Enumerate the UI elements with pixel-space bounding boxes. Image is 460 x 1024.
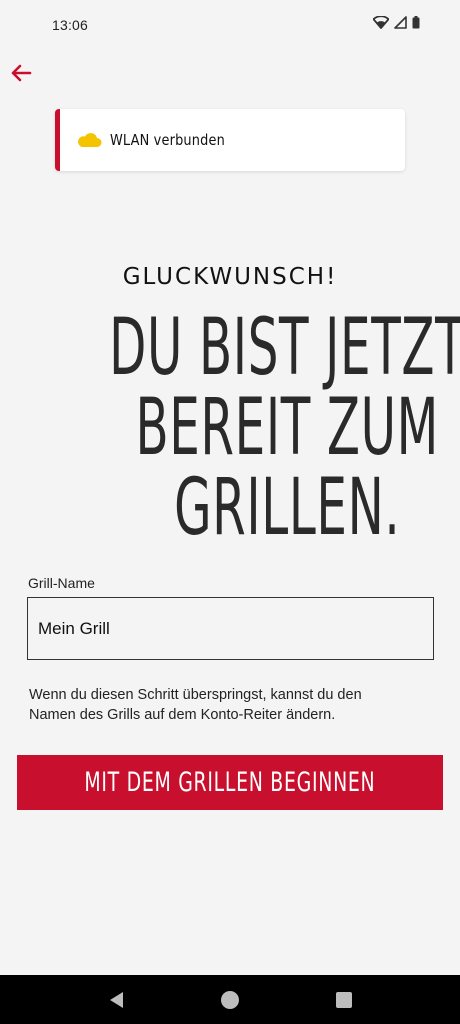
skip-hint-text: Wenn du diesen Schritt überspringst, kan… (29, 687, 362, 723)
status-bar: 13:06 (0, 0, 460, 50)
start-grilling-label: MIT DEM GRILLEN BEGINNEN (84, 767, 376, 798)
battery-icon (412, 16, 420, 29)
nav-home-icon[interactable] (219, 989, 241, 1011)
status-time: 13:06 (52, 17, 89, 33)
nav-recents-icon[interactable] (333, 989, 355, 1011)
connection-status-label: WLAN verbunden (110, 131, 225, 149)
cellular-signal-icon (394, 16, 407, 29)
wifi-icon (373, 16, 389, 29)
congrats-title: GLUCKWUNSCH! (122, 264, 338, 290)
headline-line-2: BEREIT ZUM (135, 383, 439, 473)
grill-name-input[interactable] (27, 597, 434, 660)
back-button[interactable] (8, 60, 34, 86)
connection-status-card: WLAN verbunden (55, 109, 405, 171)
status-icons (373, 16, 420, 29)
nav-back-icon[interactable] (107, 989, 129, 1011)
grill-name-label: Grill-Name (28, 575, 95, 591)
headline-line-3: GRILLEN. (174, 463, 401, 553)
system-navigation-bar (0, 975, 460, 1024)
start-grilling-button[interactable]: MIT DEM GRILLEN BEGINNEN (17, 755, 443, 810)
headline-line-1: DU BIST JETZT (109, 303, 460, 393)
arrow-left-icon (11, 64, 32, 82)
cloud-icon (76, 131, 102, 149)
headline: DU BIST JETZT BEREIT ZUM GRILLEN. (0, 308, 460, 548)
